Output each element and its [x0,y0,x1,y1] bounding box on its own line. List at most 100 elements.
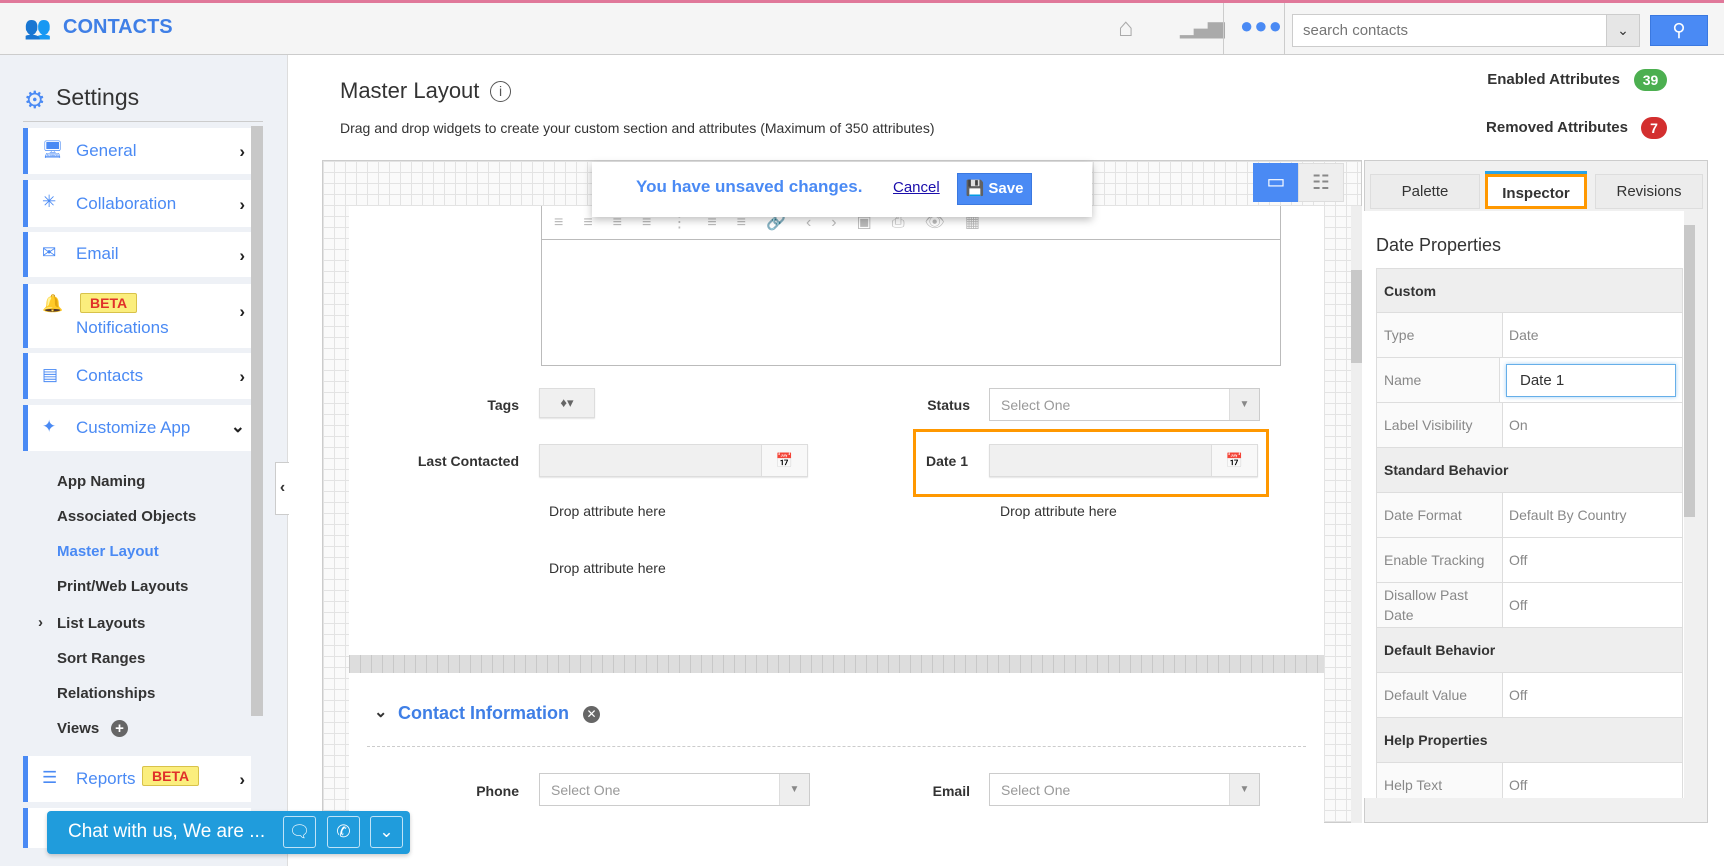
chevron-down-icon[interactable]: ⌄ [370,816,403,848]
chevron-right-icon: › [239,246,245,265]
subitem-list-layouts[interactable]: List Layouts [57,615,145,632]
search-input[interactable] [1292,14,1607,47]
subitem-master-layout[interactable]: Master Layout [57,543,159,560]
tab-palette[interactable]: Palette [1370,174,1480,209]
group-standard-behavior: Standard Behavior [1376,448,1683,493]
subitem-print-web-layouts[interactable]: Print/Web Layouts [57,578,188,595]
calendar-icon[interactable]: 📅 [761,445,807,476]
canvas-scrollbar[interactable] [1351,206,1362,823]
property-row: Default Value Off [1376,673,1683,718]
subitem-relationships[interactable]: Relationships [57,685,155,702]
chat-message-icon[interactable]: 🗨 [283,816,316,848]
info-icon[interactable]: i [490,81,511,102]
group-help-properties: Help Properties [1376,718,1683,763]
date1-input[interactable]: 📅 [989,444,1258,477]
page-title: Master Layout [340,78,480,103]
gear-icon: ⚙ [24,87,46,114]
section-title[interactable]: Contact Information [398,703,569,724]
subitem-sort-ranges[interactable]: Sort Ranges [57,650,145,667]
collapse-sidebar-button[interactable]: ‹ [275,462,289,515]
property-row: Type Date [1376,313,1683,358]
unsaved-message: You have unsaved changes. [636,177,863,196]
dropdown-arrow-icon: ▼ [1229,389,1259,420]
enabled-attributes-label: Enabled Attributes [1487,71,1620,88]
drop-zone[interactable]: Drop attribute here [549,560,666,576]
more-dots-icon[interactable]: ●●● [1240,13,1283,39]
sidebar-item-contacts[interactable]: ▤ Contacts › [23,353,251,399]
chevron-down-icon: ⌄ [230,417,245,436]
bell-icon: 🔔 [42,294,64,313]
network-icon: ✳ [42,192,57,211]
chevron-right-icon: › [239,367,245,386]
tag-icon: ♦▾ [560,395,574,410]
search-icon: ⚲ [1672,20,1686,40]
sidebar-item-reports[interactable]: ☰ Reports BETA › [23,756,251,802]
chevron-right-icon: › [239,142,245,161]
chevron-right-icon: › [239,770,245,789]
tags-button[interactable]: ♦▾ [539,388,595,418]
chat-text[interactable]: Chat with us, We are ... [68,821,265,843]
email-label: Email [932,783,970,799]
status-label: Status [927,397,970,413]
envelope-icon: ✉ [42,243,57,262]
subitem-views[interactable]: Views [57,720,99,737]
property-row: Date Format Default By Country [1376,493,1683,538]
subitem-app-naming[interactable]: App Naming [57,473,145,490]
search-dropdown-chevron-icon[interactable]: ⌄ [1606,14,1640,47]
desktop-view-button[interactable]: ▭ [1253,163,1299,202]
sidebar-item-email[interactable]: ✉ Email › [23,232,251,277]
page-description: Drag and drop widgets to create your cus… [340,120,935,136]
drop-zone[interactable]: Drop attribute here [549,503,666,519]
cancel-link[interactable]: Cancel [893,179,940,196]
tools-icon: ✦ [42,417,57,436]
app-title[interactable]: CONTACTS [63,16,173,39]
tab-inspector[interactable]: Inspector [1485,174,1587,209]
chat-widget[interactable]: Chat with us, We are ... 🗨 ✆ ⌄ [47,811,410,854]
name-input[interactable] [1506,363,1676,397]
last-contacted-input[interactable]: 📅 [539,444,808,477]
beta-badge: BETA [80,293,138,313]
remove-section-icon[interactable]: ✕ [583,706,600,723]
inspector-content: Date Properties Custom TypeDate Name Lab… [1364,211,1684,798]
section-divider [349,655,1324,673]
sidebar-item-general[interactable]: 🖥 General › [23,128,251,174]
sidebar-scrollbar[interactable] [251,126,263,716]
group-default-behavior: Default Behavior [1376,628,1683,673]
home-icon[interactable]: ⌂ [1118,12,1134,43]
phone-icon[interactable]: ✆ [327,816,360,848]
tags-label: Tags [487,397,519,413]
floppy-disk-icon: 💾 [965,180,985,197]
chevron-right-icon: › [239,302,245,321]
inspector-scrollbar[interactable] [1684,225,1695,517]
beta-badge: BETA [142,766,200,786]
property-row: Enable Tracking Off [1376,538,1683,583]
date1-label: Date 1 [926,453,969,469]
subitem-associated-objects[interactable]: Associated Objects [57,508,196,525]
hierarchy-view-button[interactable]: ☷ [1298,163,1344,202]
settings-heading: Settings [56,84,140,110]
email-select[interactable]: Select One ▼ [989,773,1260,806]
sidebar-item-customize-app[interactable]: ✦ Customize App ⌄ [23,405,251,451]
save-button[interactable]: 💾 Save [957,173,1032,205]
sidebar-item-notifications[interactable]: 🔔 BETA Notifications › [23,284,251,348]
search-button[interactable]: ⚲ [1650,15,1708,46]
properties-table: Custom TypeDate Name Label VisibilityOn … [1376,268,1683,798]
status-select[interactable]: Select One ▼ [989,388,1260,421]
bar-chart-icon[interactable]: ▁▃▅ [1180,13,1225,39]
property-row: Help Text Off [1376,763,1683,798]
contacts-people-icon: 👥 [24,15,52,40]
drop-zone[interactable]: Drop attribute here [1000,503,1117,519]
add-view-icon[interactable]: + [111,720,128,737]
calendar-icon[interactable]: 📅 [1211,445,1257,476]
chevron-right-icon[interactable]: › [38,614,43,631]
chevron-down-icon[interactable]: ⌄ [374,702,387,722]
desktop-icon: ▭ [1266,171,1286,193]
enabled-count-badge: 39 [1634,69,1667,91]
property-row: Disallow Past Date Off [1376,583,1683,628]
property-row: Label Visibility On [1376,403,1683,448]
tab-revisions[interactable]: Revisions [1595,174,1703,209]
sidebar-item-collaboration[interactable]: ✳ Collaboration › [23,180,251,227]
chevron-right-icon: › [239,195,245,214]
rich-text-editor[interactable]: ≡≡≡≡⋮≡≡🔗‹›▣⎙👁▦ [541,206,1281,366]
property-row: Name [1376,358,1683,403]
